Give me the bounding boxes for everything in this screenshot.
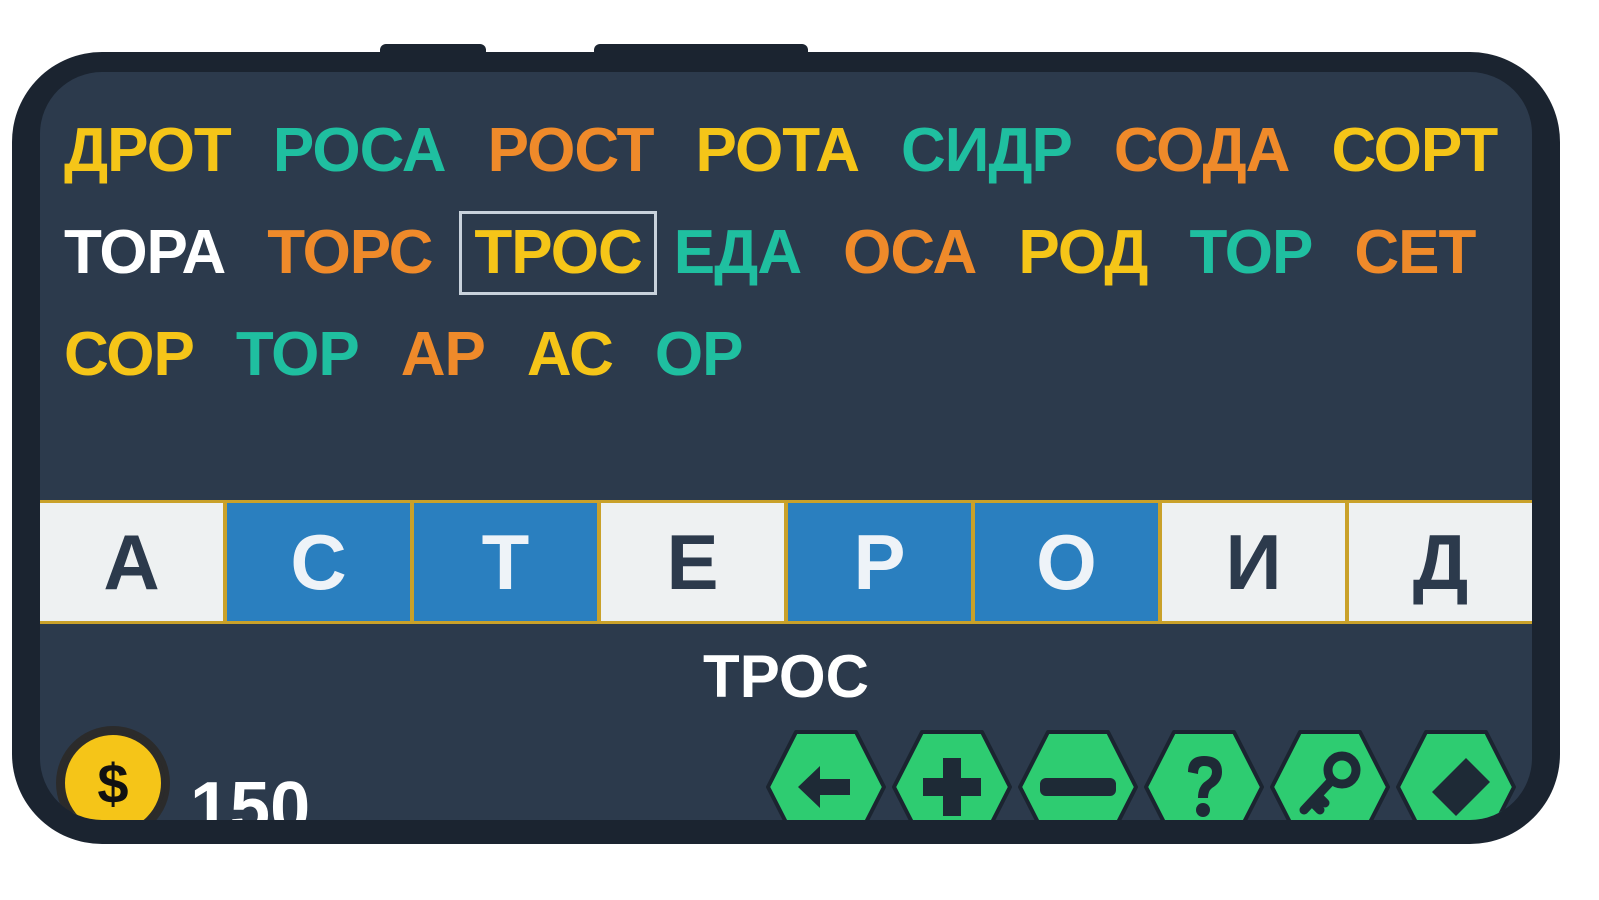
letter-tile[interactable]: И: [1158, 503, 1345, 621]
minus-icon: [1040, 778, 1116, 796]
found-word[interactable]: СОР: [64, 324, 195, 386]
found-word[interactable]: СИДР: [901, 120, 1073, 182]
letter-tile[interactable]: С: [223, 503, 410, 621]
remove-button[interactable]: [1016, 728, 1140, 820]
letter-tile[interactable]: Д: [1345, 503, 1532, 621]
coin-icon: $: [56, 726, 170, 820]
found-word[interactable]: ДРОТ: [64, 120, 232, 182]
found-word[interactable]: РОСТ: [488, 120, 655, 182]
add-button[interactable]: [890, 728, 1014, 820]
source-word-tiles: АСТЕРОИД: [40, 500, 1532, 624]
coin-count: 150: [190, 768, 311, 820]
eraser-button[interactable]: [1394, 728, 1518, 820]
found-word[interactable]: РОД: [1018, 222, 1148, 284]
key-button[interactable]: [1268, 728, 1392, 820]
letter-tile[interactable]: Р: [784, 503, 971, 621]
found-word[interactable]: ТОР: [1189, 222, 1313, 284]
phone-side-button: [594, 44, 808, 56]
found-word[interactable]: ТОРА: [64, 222, 226, 284]
found-word[interactable]: ЕДА: [674, 222, 802, 284]
letter-tile[interactable]: О: [971, 503, 1158, 621]
action-bar: [764, 728, 1520, 820]
found-word[interactable]: СЕТ: [1354, 222, 1476, 284]
hint-button[interactable]: [1142, 728, 1266, 820]
found-word[interactable]: РОТА: [695, 120, 860, 182]
found-words-panel: ДРОТ РОСА РОСТ РОТА СИДР СОДА СОРТ ТОРА ТОРС ТРОС…: [64, 100, 1524, 406]
found-word[interactable]: АС: [527, 324, 614, 386]
found-word[interactable]: СОРТ: [1331, 120, 1498, 182]
found-word-selected[interactable]: ТРОС: [459, 211, 657, 295]
letter-tile[interactable]: Е: [597, 503, 784, 621]
found-word[interactable]: ОР: [655, 324, 744, 386]
phone-frame: ДРОТ РОСА РОСТ РОТА СИДР СОДА СОРТ ТОРА ТОРС ТРОС…: [12, 52, 1560, 844]
found-words-row: ДРОТ РОСА РОСТ РОТА СИДР СОДА СОРТ: [64, 100, 1524, 202]
found-word[interactable]: ТОР: [236, 324, 360, 386]
found-word[interactable]: СОДА: [1114, 120, 1291, 182]
found-word[interactable]: РОСА: [273, 120, 447, 182]
found-word[interactable]: ТОРС: [267, 222, 433, 284]
coin-symbol: $: [61, 731, 165, 820]
phone-side-button: [380, 44, 486, 56]
current-word-display: ТРОС: [703, 643, 869, 710]
back-button[interactable]: [764, 728, 888, 820]
letter-tile[interactable]: Т: [410, 503, 597, 621]
found-words-row: СОР ТОР АР АС ОР: [64, 304, 1524, 406]
letter-tile[interactable]: А: [40, 503, 223, 621]
found-word[interactable]: АР: [401, 324, 486, 386]
found-words-row: ТОРА ТОРС ТРОС ЕДА ОСА РОД ТОР СЕТ: [64, 202, 1524, 304]
game-screen: ДРОТ РОСА РОСТ РОТА СИДР СОДА СОРТ ТОРА ТОРС ТРОС…: [40, 72, 1532, 820]
found-word[interactable]: ОСА: [843, 222, 977, 284]
